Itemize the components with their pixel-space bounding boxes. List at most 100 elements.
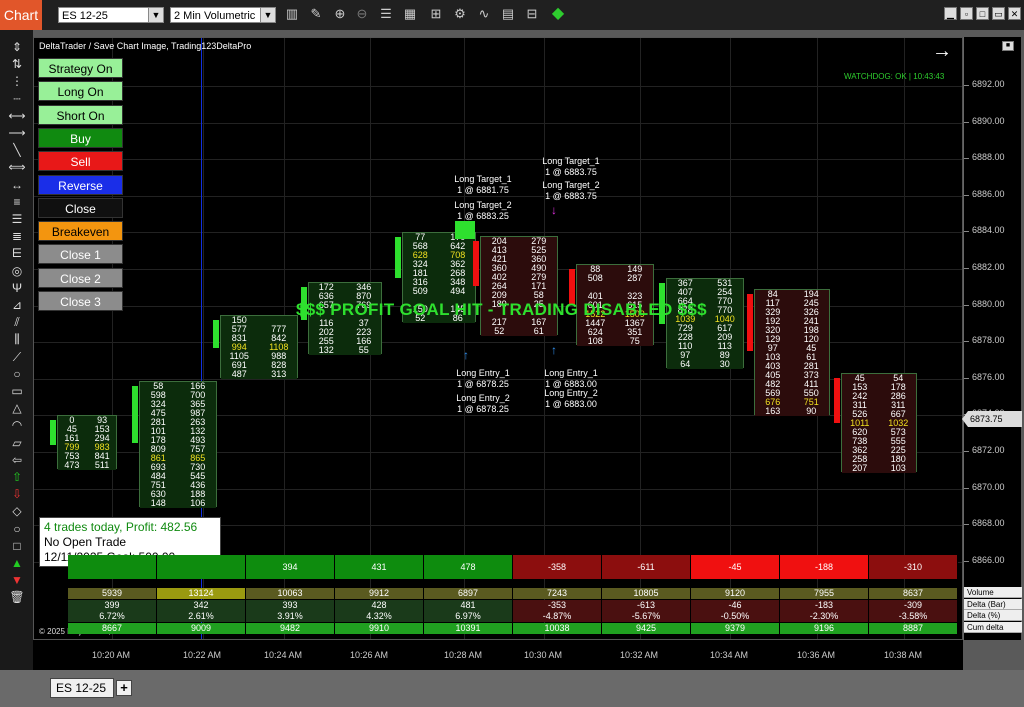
stat-cell-cum-delta: 9910 xyxy=(335,622,424,634)
triangle-up-icon[interactable]: ▲ xyxy=(8,554,26,572)
instrument-selector[interactable]: ES 12-25 ▼ xyxy=(58,7,164,23)
horizontal-line-icon[interactable]: ≡ xyxy=(8,193,26,211)
bars-icon[interactable]: ▥ xyxy=(284,6,300,22)
stat-cell-delta-pct: 2.61% xyxy=(157,611,246,622)
regression-icon[interactable]: ⊿ xyxy=(8,296,26,314)
triangle-down-icon[interactable]: ▼ xyxy=(8,571,26,589)
polygon-icon[interactable]: ▱ xyxy=(8,434,26,452)
ask-volume: 55 xyxy=(358,344,369,355)
maximize-icon[interactable]: □ xyxy=(976,7,989,20)
stat-row-label: Cum delta xyxy=(964,621,1022,633)
strategy-button-buy[interactable]: Buy xyxy=(38,127,123,148)
footprint-candle[interactable]: 58 166 598 700 324 365 475 987 281 263 101 132 178 49… xyxy=(139,380,217,508)
channel-icon[interactable]: ⫼ xyxy=(8,330,26,348)
tab-es-12-25[interactable]: ES 12-25 xyxy=(50,678,114,698)
trend-line-icon[interactable]: ╲ xyxy=(8,141,26,159)
time-tick: 10:26 AM xyxy=(349,650,389,660)
strategy-button-long-on[interactable]: Long On xyxy=(38,81,123,102)
arrow-right-icon[interactable]: → xyxy=(932,40,952,63)
close-icon[interactable]: ✕ xyxy=(1008,7,1021,20)
strategy-button-strategy-on[interactable]: Strategy On xyxy=(38,58,123,78)
zoom-in-icon[interactable]: ⊕ xyxy=(332,6,348,22)
time-axis[interactable]: 10:20 AM 10:22 AM 10:24 AM 10:26 AM 10:28 AM… xyxy=(33,640,963,670)
cursor-icon[interactable]: ⇕ xyxy=(8,38,26,56)
trash-icon[interactable]: 🗑 xyxy=(8,588,26,606)
footprint-row: 52 61 xyxy=(481,327,557,337)
candle-body xyxy=(213,319,219,349)
chart-tab[interactable]: Chart xyxy=(0,0,42,30)
crosshair-icon[interactable]: ⇅ xyxy=(8,55,26,73)
stat-cell-volume: 6897 xyxy=(424,588,513,599)
stat-cell-volume: 7955 xyxy=(780,588,869,599)
dot-icon[interactable]: ○ xyxy=(8,520,26,538)
analysis-icon[interactable]: ⊟ xyxy=(524,6,540,22)
pencil-icon[interactable]: ✎ xyxy=(308,6,324,22)
properties-icon[interactable]: ☰ xyxy=(378,6,394,22)
triangle-icon[interactable]: △ xyxy=(8,399,26,417)
arrow-down-icon[interactable]: ⇩ xyxy=(8,485,26,503)
ellipse-icon[interactable]: ○ xyxy=(8,365,26,383)
square-icon[interactable]: □ xyxy=(8,537,26,555)
price-tick: 6892.00 xyxy=(972,79,1005,89)
footprint-candle[interactable]: 45 54 153 178 242 286 311 311 526 667 1011 1032 620 5… xyxy=(841,373,917,474)
title-bar: Chart ES 12-25 ▼ 2 Min Volumetric ▼ ▥ ✎ … xyxy=(0,0,1024,30)
footprint-row: 132 55 xyxy=(309,344,381,355)
strategy-button-close-1[interactable]: Close 1 xyxy=(38,244,123,265)
strategy-button-close-2[interactable]: Close 2 xyxy=(38,267,123,288)
arrow-up-icon[interactable]: ⇧ xyxy=(8,468,26,486)
parallel-icon[interactable]: ⫽ xyxy=(8,313,26,331)
minimize-icon[interactable]: ▁ xyxy=(944,7,957,20)
tick-mark xyxy=(964,487,969,489)
gann-icon[interactable]: ≣ xyxy=(8,227,26,245)
templates-icon[interactable]: ⊞ xyxy=(428,6,444,22)
fib-retracement-icon[interactable]: ⋿ xyxy=(8,244,26,262)
diagonal-icon[interactable]: ⟋ xyxy=(8,348,26,366)
strategy-icon[interactable]: ⚙ xyxy=(452,6,468,22)
diamond-icon[interactable]: ◇ xyxy=(8,502,26,520)
chart-panel[interactable]: 0 93 45 153 161 294 799 983 753 841 473 511 58 166 598… xyxy=(33,37,963,640)
fib-circle-icon[interactable]: ◎ xyxy=(8,262,26,280)
arrow-line-icon[interactable]: ↔ xyxy=(8,176,26,194)
footprint-candle[interactable]: 84 194 117 245 329 326 192 241 320 198 129 120 97 45 1… xyxy=(754,289,830,417)
axis-toggle-icon[interactable]: ■ xyxy=(1002,41,1014,51)
footprint-candle[interactable]: 367 531 407 254 664 770 878 770 1039 1040 729 617 22… xyxy=(666,278,744,370)
ray-icon[interactable]: ⟶ xyxy=(8,124,26,142)
stat-cell-cum-delta: 9482 xyxy=(246,622,335,634)
stat-cell-delta-bar: -309 xyxy=(869,599,958,611)
strategy-button-close[interactable]: Close xyxy=(38,197,123,218)
chevron-down-icon: ▼ xyxy=(148,8,163,22)
strategy-button-short-on[interactable]: Short On xyxy=(38,104,123,125)
footprint-candle[interactable]: 204 279 413 525 421 360 360 490 402 279 264 171 209 5… xyxy=(480,236,558,337)
ruler-icon[interactable]: ⋮ xyxy=(8,72,26,90)
dotted-line-icon[interactable]: ┈ xyxy=(8,90,26,108)
strategy-button-breakeven[interactable]: Breakeven xyxy=(38,221,123,242)
arrow-left-icon[interactable]: ⇦ xyxy=(8,451,26,469)
order-label: Long Entry_2 1 @ 6878.25 xyxy=(438,393,528,415)
grid-line xyxy=(34,86,962,87)
tile-icon[interactable]: ▫ xyxy=(960,7,973,20)
restore-icon[interactable]: ▭ xyxy=(992,7,1005,20)
stat-cell-cum-delta: 9196 xyxy=(780,622,869,634)
line-icon[interactable]: ⟷ xyxy=(8,107,26,125)
calendar-icon[interactable]: ▤ xyxy=(500,6,516,22)
period-selector[interactable]: 2 Min Volumetric ▼ xyxy=(170,7,276,23)
chart-trader-icon[interactable]: ◆ xyxy=(550,6,566,22)
data-box-icon[interactable]: ▦ xyxy=(402,6,418,22)
footprint-candle[interactable]: 0 93 45 153 161 294 799 983 753 841 473 511 xyxy=(57,415,117,471)
zoom-out-icon[interactable]: ⊖ xyxy=(354,6,370,22)
price-axis[interactable]: 6892.00 6890.00 6888.00 6886.00 6884.00 6882.… xyxy=(962,37,1022,640)
pitchfork-icon[interactable]: Ψ xyxy=(8,279,26,297)
strategy-button-close-3[interactable]: Close 3 xyxy=(38,291,123,311)
price-tick: 6878.00 xyxy=(972,335,1005,346)
delta-summary-cell: 394 xyxy=(246,555,335,579)
strategy-button-reverse[interactable]: Reverse xyxy=(38,174,123,195)
arc-icon[interactable]: ◠ xyxy=(8,416,26,434)
strategy-button-sell[interactable]: Sell xyxy=(38,151,123,172)
rectangle-icon[interactable]: ▭ xyxy=(8,382,26,400)
vertical-line-icon[interactable]: ☰ xyxy=(8,210,26,228)
indicators-icon[interactable]: ∿ xyxy=(476,6,492,22)
extended-line-icon[interactable]: ⟺ xyxy=(8,158,26,176)
stat-cell-cum-delta: 9379 xyxy=(691,622,780,634)
add-tab-button[interactable]: + xyxy=(116,680,132,696)
footprint-candle[interactable]: 150 577 777 831 842 994 1108 1105 988 691 828 487 31… xyxy=(220,314,298,379)
